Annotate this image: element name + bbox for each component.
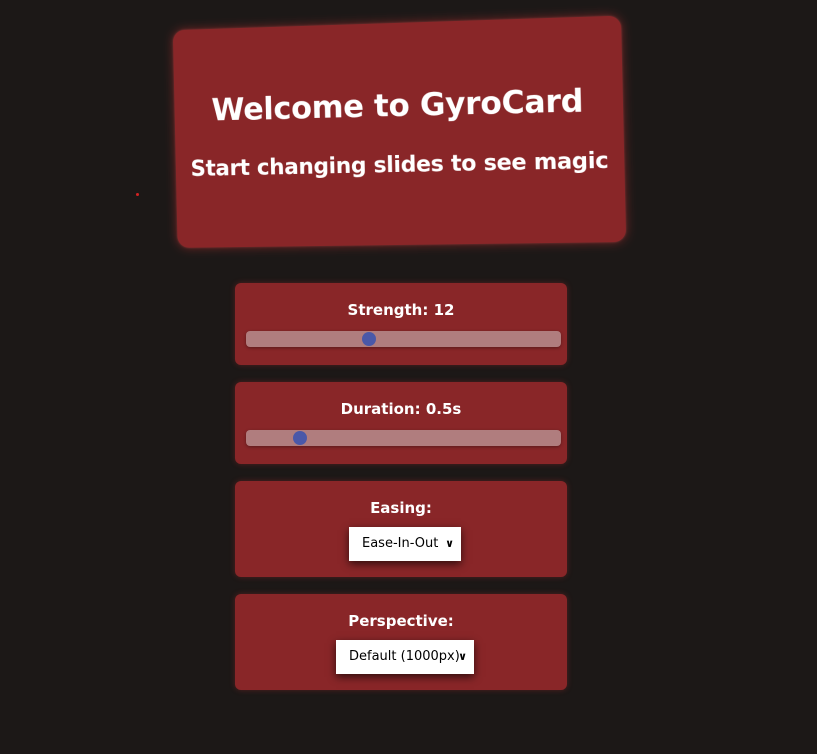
duration-control: Duration: 0.5s <box>235 382 567 464</box>
gyro-card: Welcome to GyroCard Start changing slide… <box>172 15 627 248</box>
perspective-select[interactable]: Default (1000px) ∨ <box>336 640 474 674</box>
strength-control: Strength: 12 <box>235 283 567 365</box>
duration-slider[interactable] <box>246 430 561 446</box>
perspective-control: Perspective: Default (1000px) ∨ <box>235 594 567 690</box>
strength-label: Strength: 12 <box>347 301 455 319</box>
chevron-down-icon: ∨ <box>458 650 467 663</box>
strength-slider-thumb[interactable] <box>361 332 376 346</box>
chevron-down-icon: ∨ <box>445 537 454 550</box>
red-dot <box>136 193 139 196</box>
easing-control: Easing: Ease-In-Out ∨ <box>235 481 567 577</box>
easing-select-value: Ease-In-Out <box>362 536 439 551</box>
easing-select[interactable]: Ease-In-Out ∨ <box>349 527 461 561</box>
duration-label: Duration: 0.5s <box>340 400 462 418</box>
duration-slider-thumb[interactable] <box>292 431 307 445</box>
card-title: Welcome to GyroCard <box>211 82 584 129</box>
perspective-select-value: Default (1000px) <box>349 649 460 664</box>
card-subtitle: Start changing slides to see magic <box>190 148 609 182</box>
easing-label: Easing: <box>370 499 432 517</box>
strength-slider[interactable] <box>246 331 561 347</box>
perspective-label: Perspective: <box>348 612 454 630</box>
